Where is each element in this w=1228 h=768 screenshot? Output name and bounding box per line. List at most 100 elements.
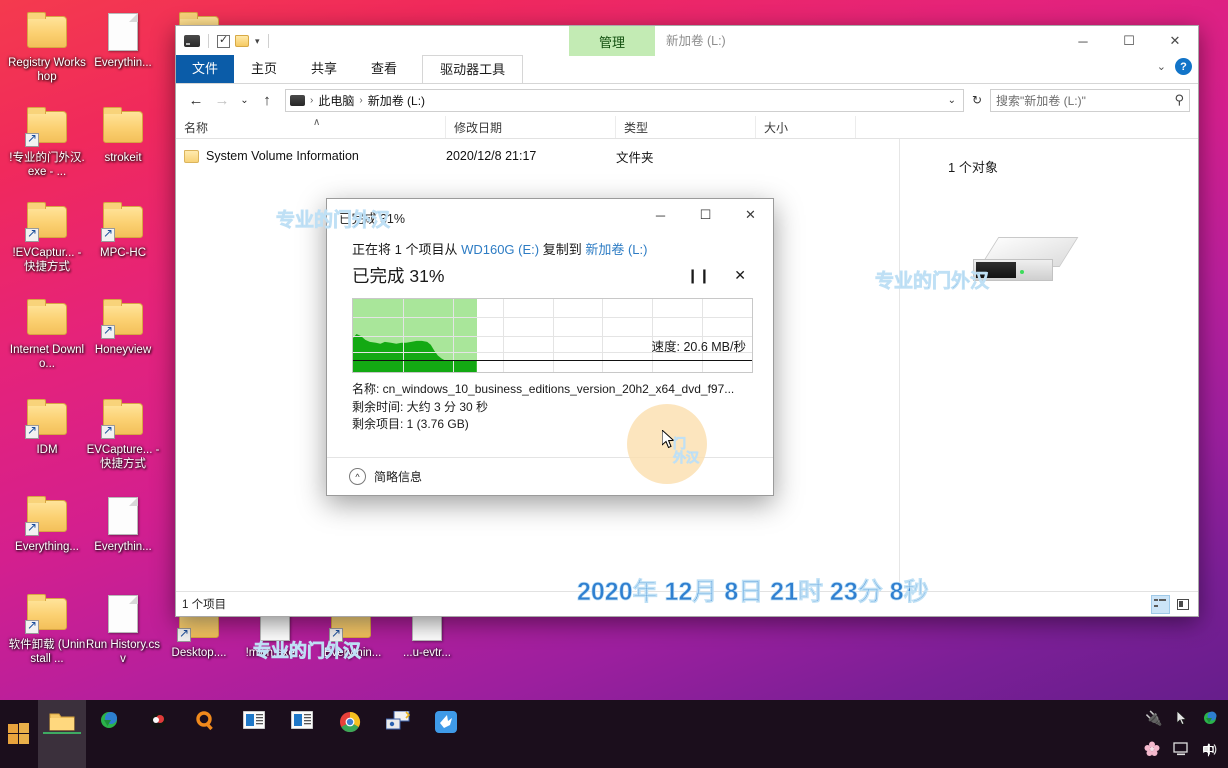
evcapture2-taskbar-item[interactable] <box>278 700 326 768</box>
transfer-name-line: 名称: cn_windows_10_business_editions_vers… <box>352 382 735 396</box>
desktop-icon-label: Everything... <box>15 541 79 553</box>
column-headers: 名称 修改日期 类型 大小 ∧ <box>176 116 1198 139</box>
shortcut-icon <box>23 105 71 149</box>
breadcrumb-this-pc[interactable]: 此电脑 <box>318 92 354 109</box>
document-icon <box>99 494 147 538</box>
desktop-icon[interactable]: Run History.csv <box>84 592 162 666</box>
desktop-icon[interactable]: Registry Workshop <box>8 10 86 84</box>
sort-ascending-icon: ∧ <box>313 117 321 128</box>
desktop-icon-label: Honeyview <box>94 344 152 356</box>
desktop-icon[interactable]: Everythin... <box>84 10 162 71</box>
recent-locations-button[interactable]: ⌄ <box>236 88 253 112</box>
chevron-down-icon[interactable]: ⌄ <box>1157 60 1166 73</box>
toolbar-divider <box>208 34 209 48</box>
column-header-date[interactable]: 修改日期 <box>446 116 616 138</box>
column-header-type[interactable]: 类型 <box>616 116 756 138</box>
copy-mid-text: 复制到 <box>539 242 586 257</box>
taskbar: 🔌 中 <box>0 700 1228 768</box>
up-button[interactable]: ↑ <box>255 88 279 112</box>
column-header-size[interactable]: 大小 <box>756 116 856 138</box>
desktop-icon-label: strokeit <box>104 152 142 164</box>
network-icon[interactable] <box>1172 741 1190 757</box>
progress-row: 已完成 31% ❙❙ ✕ <box>352 263 753 288</box>
table-row[interactable]: System Volume Information 2020/12/8 21:1… <box>176 144 899 168</box>
chrome-taskbar-item[interactable] <box>326 700 374 768</box>
file-type-cell: 文件夹 <box>616 150 654 165</box>
ribbon-tabs: 文件 主页 共享 查看 驱动器工具 ⌄ ? <box>176 55 1198 84</box>
evcapture-taskbar-item[interactable] <box>230 700 278 768</box>
back-button[interactable]: ← <box>184 88 208 112</box>
minimize-button[interactable]: ─ <box>1060 26 1106 56</box>
dialog-close-button[interactable]: ✕ <box>728 199 773 231</box>
start-windows-icon[interactable] <box>0 700 38 768</box>
quick-access-toolbar: ▾ 管理 新加卷 (L:) ─ ☐ ✕ <box>176 26 1198 56</box>
transfer-speed-graph: 速度: 20.6 MB/秒 <box>352 298 753 373</box>
watermark-5-line1: 门 <box>673 436 687 451</box>
tab-drive-tools[interactable]: 驱动器工具 <box>422 55 524 83</box>
breadcrumb-new-volume[interactable]: 新加卷 (L:) <box>368 92 425 109</box>
everything-taskbar-item[interactable] <box>182 700 230 768</box>
file-explorer-taskbar-item[interactable] <box>38 700 86 768</box>
chevron-down-icon[interactable]: ▾ <box>255 36 260 47</box>
desktop-icon[interactable]: Internet Downlo... <box>8 297 86 371</box>
details-view-icon[interactable] <box>1151 594 1170 614</box>
desktop-icon-label: MPC-HC <box>100 247 146 259</box>
file-name-text: System Volume Information <box>206 149 359 163</box>
bird-taskbar-item[interactable] <box>422 700 470 768</box>
details-pane: 1 个对象 <box>900 139 1198 591</box>
forward-button[interactable]: → <box>210 88 234 112</box>
desktop-icon[interactable]: strokeit <box>84 105 162 166</box>
progress-percent-label: 已完成 31% <box>352 266 445 286</box>
watermark-timestamp: 2020年 12月 8日 21时 23分 8秒 <box>577 578 929 607</box>
tab-file[interactable]: 文件 <box>176 55 235 83</box>
search-input[interactable]: 搜索"新加卷 (L:)" ⚲ <box>990 88 1190 112</box>
collapse-chevron-up-icon[interactable]: ^ <box>349 468 366 485</box>
desktop-icon[interactable]: 软件卸载 (Uninstall ... <box>8 592 86 666</box>
large-icons-view-icon[interactable] <box>1173 595 1192 614</box>
ime-indicator[interactable]: 中 <box>1202 740 1215 759</box>
tab-share[interactable]: 共享 <box>294 55 354 83</box>
idm-tray-icon[interactable] <box>1202 711 1219 726</box>
desktop-icon[interactable]: IDM <box>8 397 86 458</box>
cursor-icon <box>1176 711 1187 726</box>
desktop-icon[interactable]: !EVCaptur... - 快捷方式 <box>8 200 86 274</box>
desktop-icon[interactable]: !专业的门外汉.exe - ... <box>8 105 86 179</box>
dialog-maximize-button[interactable]: ☐ <box>683 199 728 231</box>
address-bar[interactable]: › 此电脑 › 新加卷 (L:) ⌄ <box>285 88 964 112</box>
usb-eject-icon[interactable]: 🔌 <box>1145 710 1162 727</box>
pause-button[interactable]: ❙❙ <box>687 267 710 284</box>
close-button[interactable]: ✕ <box>1152 26 1198 56</box>
properties-checkbox-icon[interactable] <box>217 33 230 48</box>
desktop-icon[interactable]: Everythin... <box>84 494 162 555</box>
window-controls: ─ ☐ ✕ <box>1060 26 1198 56</box>
contextual-tab-manage[interactable]: 管理 <box>569 26 655 56</box>
flower-icon[interactable] <box>1144 741 1160 757</box>
dialog-minimize-button[interactable]: ─ <box>638 199 683 231</box>
media-taskbar-item[interactable] <box>134 700 182 768</box>
chevron-down-icon[interactable]: ⌄ <box>948 95 959 106</box>
tab-view[interactable]: 查看 <box>354 55 414 83</box>
watermark-text-1: 专业的门外汉 <box>276 210 391 232</box>
column-header-name[interactable]: 名称 <box>176 116 446 138</box>
new-folder-icon[interactable] <box>235 35 249 47</box>
tab-home[interactable]: 主页 <box>234 55 294 83</box>
window-title: 新加卷 (L:) <box>666 34 726 48</box>
cancel-copy-button[interactable]: ✕ <box>734 267 746 284</box>
file-date-cell: 2020/12/8 21:17 <box>446 149 537 163</box>
desktop-icon-label: Everythin... <box>94 57 152 69</box>
file-name-cell: System Volume Information <box>176 149 446 163</box>
help-icon[interactable]: ? <box>1175 58 1192 75</box>
dialog-footer[interactable]: ^ 简略信息 <box>327 457 773 495</box>
desktop-icon[interactable]: MPC-HC <box>84 200 162 261</box>
desktop-icon[interactable]: Honeyview <box>84 297 162 358</box>
desktop-icon[interactable]: Everything... <box>8 494 86 555</box>
maximize-button[interactable]: ☐ <box>1106 26 1152 56</box>
idm-taskbar-item[interactable] <box>86 700 134 768</box>
copy-source-link[interactable]: WD160G (E:) <box>461 242 539 257</box>
desktop-icon[interactable]: EVCapture... - 快捷方式 <box>84 397 162 471</box>
desktop-icon-label: Everythin... <box>94 541 152 553</box>
copy-destination-link[interactable]: 新加卷 (L:) <box>585 242 647 257</box>
shortcut-icon <box>23 397 71 441</box>
refresh-icon[interactable]: ↻ <box>966 89 988 112</box>
remote-taskbar-item[interactable] <box>374 700 422 768</box>
